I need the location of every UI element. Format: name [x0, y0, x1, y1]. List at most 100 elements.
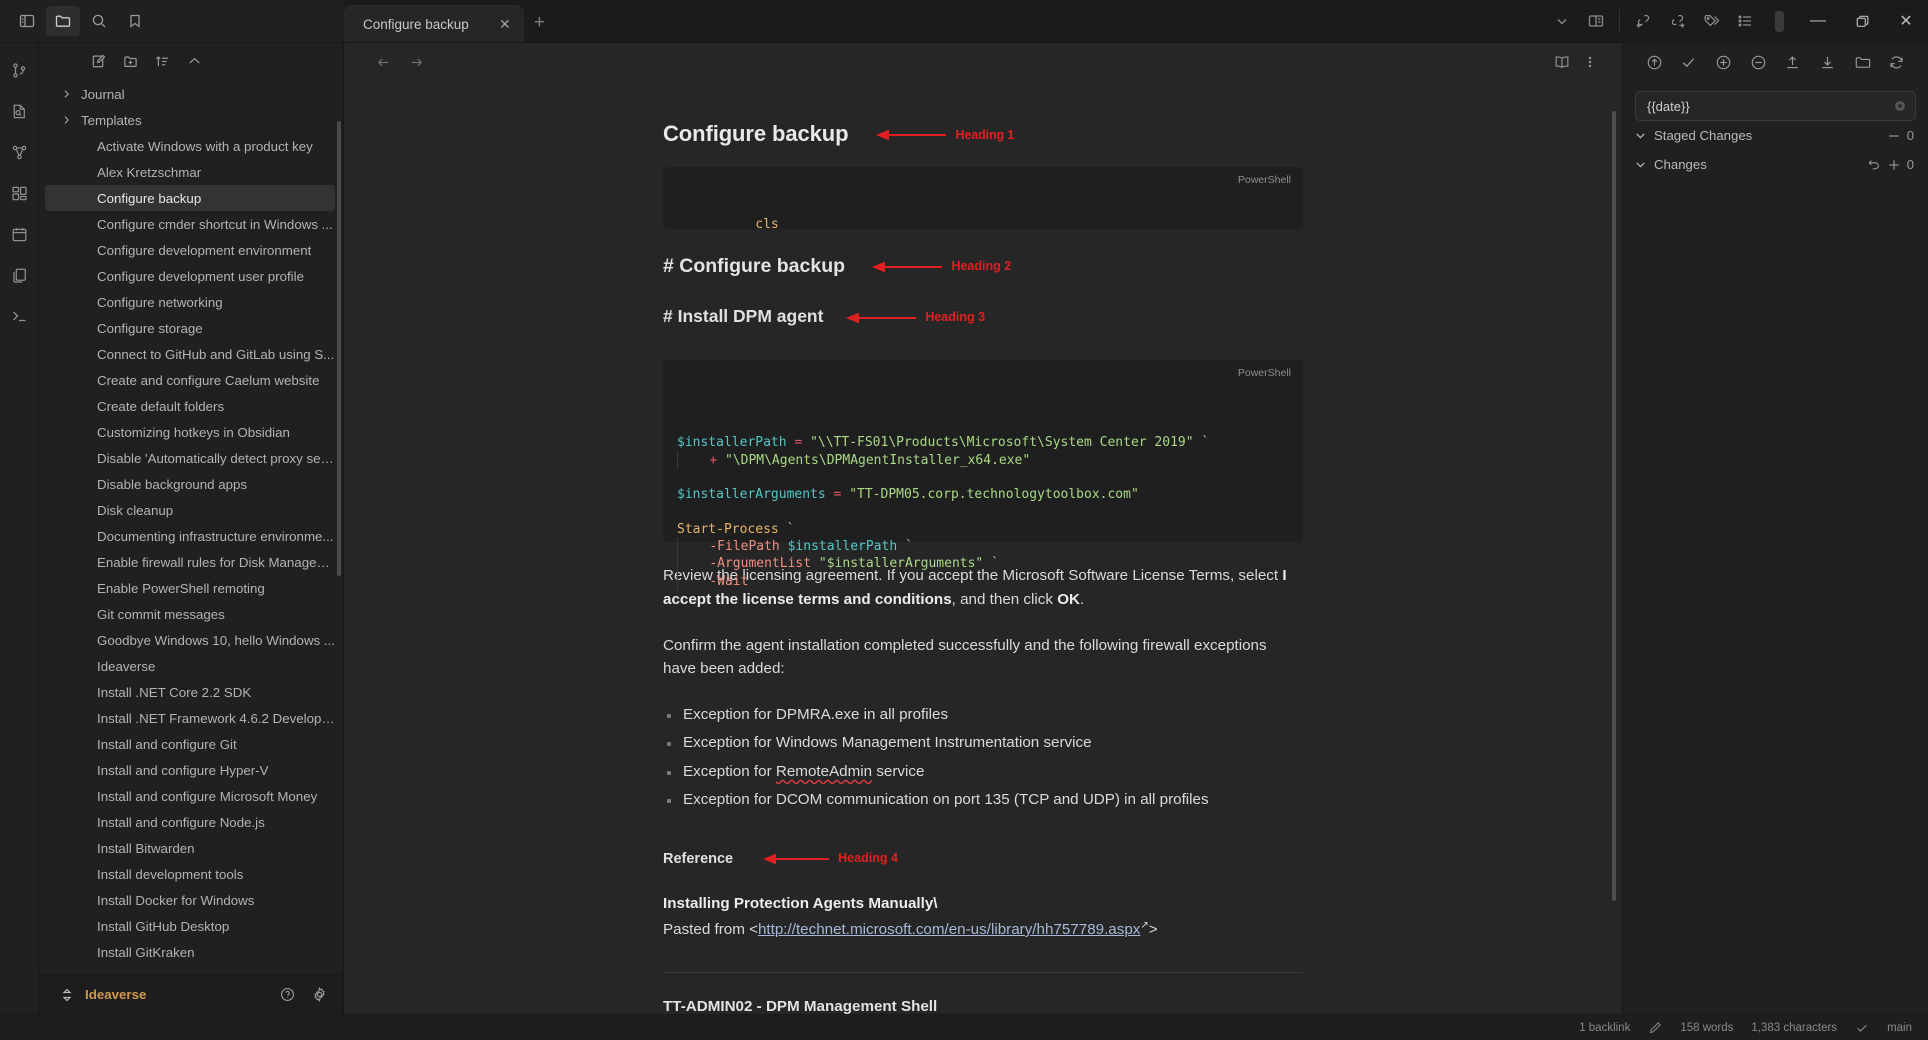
undo-icon[interactable]	[1867, 158, 1881, 172]
open-repo-icon[interactable]	[1854, 54, 1871, 71]
git-branch-icon[interactable]	[6, 57, 32, 83]
explorer-file[interactable]: Goodbye Windows 10, hello Windows ...	[45, 627, 335, 653]
commit-check-icon[interactable]	[1680, 54, 1697, 71]
explorer-file[interactable]: Activate Windows with a product key	[45, 133, 335, 159]
new-note-icon[interactable]	[85, 49, 112, 73]
group-staged-changes[interactable]: Staged Changes 0	[1623, 121, 1928, 150]
explorer-file[interactable]: Install and configure Hyper-V	[45, 757, 335, 783]
explorer-file[interactable]: Install GitKraken	[45, 939, 335, 965]
clear-icon[interactable]	[1893, 99, 1907, 113]
right-sidebar-toggle-icon[interactable]	[1762, 6, 1796, 36]
note-document[interactable]: Configure backup Heading 1 PowerShell cl…	[663, 81, 1303, 1014]
new-tab-button[interactable]: +	[534, 13, 545, 32]
explorer-file[interactable]: Install Docker for Windows	[45, 887, 335, 913]
close-button[interactable]: ✕	[1884, 0, 1928, 43]
explorer-file[interactable]: Enable PowerShell remoting	[45, 575, 335, 601]
chevron-down-icon[interactable]	[1634, 129, 1647, 142]
group-changes[interactable]: Changes 0	[1623, 150, 1928, 179]
help-icon[interactable]	[277, 985, 297, 1005]
explorer-file[interactable]: Install .NET Core 2.2 SDK	[45, 679, 335, 705]
minimize-button[interactable]: —	[1796, 0, 1840, 43]
explorer-file[interactable]: Install and configure Microsoft Money	[45, 783, 335, 809]
git-branch-label[interactable]: main	[1887, 1022, 1912, 1034]
close-icon[interactable]: ✕	[497, 17, 513, 31]
explorer-file[interactable]: Install GitHub Desktop	[45, 913, 335, 939]
search-icon[interactable]	[82, 6, 116, 36]
split-pane-icon[interactable]	[1579, 6, 1613, 36]
tab-configure-backup[interactable]: Configure backup ✕	[344, 5, 524, 42]
editor-scrollbar[interactable]	[1612, 111, 1616, 901]
new-folder-icon[interactable]	[117, 49, 144, 73]
explorer-file[interactable]: Disk cleanup	[45, 497, 335, 523]
explorer-file[interactable]: Create and configure Caelum website	[45, 367, 335, 393]
link-forward-icon[interactable]	[1660, 6, 1694, 36]
explorer-folder[interactable]: Templates	[45, 107, 335, 133]
stage-all-icon[interactable]	[1715, 54, 1732, 71]
toggle-left-sidebar-icon[interactable]	[10, 6, 44, 36]
explorer-file[interactable]: Alex Kretzschmar	[45, 159, 335, 185]
minus-icon[interactable]	[1887, 129, 1901, 143]
more-options-icon[interactable]	[1588, 54, 1592, 70]
back-arrow-icon[interactable]	[376, 55, 391, 70]
explorer-file[interactable]: Install and configure Node.js	[45, 809, 335, 835]
code-block-1[interactable]: PowerShell cls	[663, 167, 1303, 232]
terminal-icon[interactable]	[6, 303, 32, 329]
explorer-file[interactable]: Configure storage	[45, 315, 335, 341]
explorer-file[interactable]: Install .NET Framework 4.6.2 Developer..…	[45, 705, 335, 731]
check-icon[interactable]	[1855, 1021, 1869, 1035]
explorer-scrollbar[interactable]	[337, 121, 341, 576]
chevron-right-icon[interactable]	[61, 115, 72, 126]
explorer-file[interactable]: Enable firewall rules for Disk Managem..…	[45, 549, 335, 575]
explorer-file-selected[interactable]: Configure backup	[45, 185, 335, 211]
plus-icon[interactable]	[1887, 158, 1901, 172]
forward-arrow-icon[interactable]	[409, 55, 424, 70]
pull-icon[interactable]	[1819, 54, 1836, 71]
tags-icon[interactable]	[1694, 6, 1728, 36]
calendar-icon[interactable]	[6, 221, 32, 247]
explorer-file[interactable]: Install and configure Git	[45, 731, 335, 757]
pencil-icon[interactable]	[1648, 1021, 1662, 1035]
editor-scroll-area[interactable]: Configure backup Heading 1 PowerShell cl…	[344, 81, 1622, 1014]
explorer-file[interactable]: Configure development user profile	[45, 263, 335, 289]
explorer-file[interactable]: Install Bitwarden	[45, 835, 335, 861]
explorer-file[interactable]: Customizing hotkeys in Obsidian	[45, 419, 335, 445]
backlink-count[interactable]: 1 backlink	[1579, 1022, 1630, 1034]
explorer-file[interactable]: Install development tools	[45, 861, 335, 887]
code-block-2[interactable]: PowerShell $installerPath = "\\TT-FS01\P…	[663, 360, 1303, 590]
copy-files-icon[interactable]	[6, 262, 32, 288]
chevron-right-icon[interactable]	[61, 89, 72, 100]
vault-name[interactable]: Ideaverse	[85, 987, 265, 1002]
push-icon[interactable]	[1784, 54, 1801, 71]
explorer-file[interactable]: Configure networking	[45, 289, 335, 315]
unstage-all-icon[interactable]	[1750, 54, 1767, 71]
sort-order-icon[interactable]	[149, 49, 176, 73]
outline-list-icon[interactable]	[1728, 6, 1762, 36]
explorer-folder[interactable]: Journal	[45, 81, 335, 107]
explorer-file[interactable]: Configure cmder shortcut in Windows ...	[45, 211, 335, 237]
reference-link[interactable]: http://technet.microsoft.com/en-us/libra…	[758, 921, 1140, 938]
explorer-file[interactable]: Configure development environment	[45, 237, 335, 263]
refresh-icon[interactable]	[1888, 54, 1905, 71]
explorer-file[interactable]: Git commit messages	[45, 601, 335, 627]
chevron-down-icon[interactable]	[1634, 158, 1647, 171]
folder-icon[interactable]	[46, 6, 80, 36]
git-search-box[interactable]	[1635, 91, 1916, 121]
file-search-icon[interactable]	[6, 98, 32, 124]
graph-view-icon[interactable]	[6, 139, 32, 165]
collapse-all-icon[interactable]	[181, 49, 208, 73]
link-backward-icon[interactable]	[1626, 6, 1660, 36]
explorer-file-list[interactable]: Journal Templates Activate Windows with a…	[39, 79, 343, 974]
explorer-file[interactable]: Documenting infrastructure environme...	[45, 523, 335, 549]
commit-push-icon[interactable]	[1646, 54, 1663, 71]
explorer-file[interactable]: Ideaverse	[45, 653, 335, 679]
explorer-file[interactable]: Connect to GitHub and GitLab using S...	[45, 341, 335, 367]
explorer-file[interactable]: Create default folders	[45, 393, 335, 419]
canvas-grid-icon[interactable]	[6, 180, 32, 206]
vault-switch-icon[interactable]	[61, 988, 73, 1002]
explorer-file[interactable]: Disable background apps	[45, 471, 335, 497]
reading-view-icon[interactable]	[1554, 54, 1570, 70]
settings-gear-icon[interactable]	[309, 985, 329, 1005]
maximize-button[interactable]	[1840, 0, 1884, 43]
git-search-input[interactable]	[1647, 98, 1893, 114]
explorer-file[interactable]: Disable 'Automatically detect proxy set.…	[45, 445, 335, 471]
